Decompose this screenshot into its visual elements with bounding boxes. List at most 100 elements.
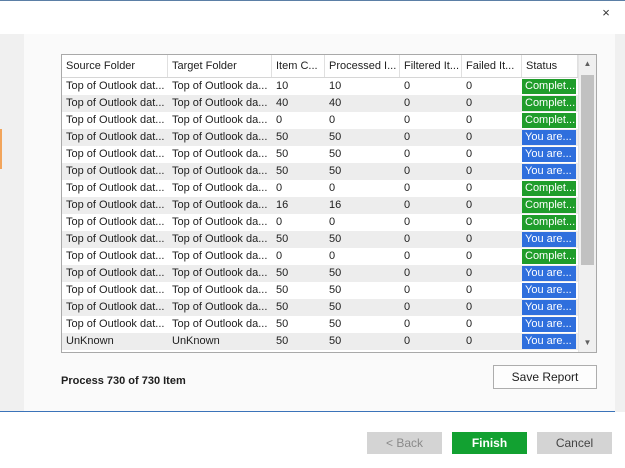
column-header-target-folder[interactable]: Target Folder bbox=[168, 55, 272, 77]
column-header-status[interactable]: Status bbox=[522, 55, 578, 77]
cell-processed-items: 50 bbox=[329, 148, 342, 160]
cell-target-folder: Top of Outlook da... bbox=[172, 284, 268, 296]
cell-processed-items: 0 bbox=[329, 250, 336, 262]
cell-item-count: 0 bbox=[276, 250, 283, 262]
table-row[interactable]: Top of Outlook dat... Top of Outlook da..… bbox=[62, 129, 578, 146]
cancel-button[interactable]: Cancel bbox=[537, 432, 612, 454]
cell-failed-items: 0 bbox=[466, 148, 473, 160]
cell-filtered-items: 0 bbox=[404, 80, 411, 92]
cell-failed-items: 0 bbox=[466, 199, 473, 211]
back-button[interactable]: < Back bbox=[367, 432, 442, 454]
cell-item-count: 50 bbox=[276, 267, 289, 279]
column-header-filtered-items[interactable]: Filtered It... bbox=[400, 55, 462, 77]
table-row[interactable]: Top of Outlook dat... Top of Outlook da..… bbox=[62, 146, 578, 163]
cell-filtered-items: 0 bbox=[404, 165, 411, 177]
cell-processed-items: 16 bbox=[329, 199, 342, 211]
table-row[interactable]: Top of Outlook dat... Top of Outlook da..… bbox=[62, 95, 578, 112]
cell-filtered-items: 0 bbox=[404, 97, 411, 109]
status-badge: You are... bbox=[522, 130, 576, 145]
close-icon[interactable]: × bbox=[596, 4, 616, 22]
cell-source-folder: Top of Outlook dat... bbox=[66, 267, 165, 279]
cell-processed-items: 50 bbox=[329, 131, 342, 143]
status-badge: You are... bbox=[522, 300, 576, 315]
cell-filtered-items: 0 bbox=[404, 318, 411, 330]
cell-failed-items: 0 bbox=[466, 335, 473, 347]
table-row[interactable]: Top of Outlook dat... Top of Outlook da..… bbox=[62, 248, 578, 265]
cell-target-folder: Top of Outlook da... bbox=[172, 131, 268, 143]
migration-results-grid: Source Folder Target Folder Item C... Pr… bbox=[61, 54, 597, 353]
status-badge: You are... bbox=[522, 266, 576, 281]
window-top-border bbox=[0, 0, 625, 1]
cell-target-folder: Top of Outlook da... bbox=[172, 250, 268, 262]
scroll-down-arrow-icon[interactable]: ▼ bbox=[579, 334, 596, 351]
cell-processed-items: 40 bbox=[329, 97, 342, 109]
status-badge: You are... bbox=[522, 164, 576, 179]
status-badge: Complet... bbox=[522, 215, 576, 230]
cell-target-folder: Top of Outlook da... bbox=[172, 114, 268, 126]
cell-processed-items: 50 bbox=[329, 284, 342, 296]
cell-source-folder: Top of Outlook dat... bbox=[66, 148, 165, 160]
scroll-up-arrow-icon[interactable]: ▲ bbox=[579, 55, 596, 72]
status-badge: Complet... bbox=[522, 198, 576, 213]
column-header-failed-items[interactable]: Failed It... bbox=[462, 55, 522, 77]
cell-target-folder: Top of Outlook da... bbox=[172, 267, 268, 279]
cell-processed-items: 0 bbox=[329, 216, 336, 228]
cell-source-folder: Top of Outlook dat... bbox=[66, 165, 165, 177]
status-badge: Complet... bbox=[522, 181, 576, 196]
cell-failed-items: 0 bbox=[466, 250, 473, 262]
cell-item-count: 50 bbox=[276, 233, 289, 245]
cell-processed-items: 10 bbox=[329, 80, 342, 92]
cell-filtered-items: 0 bbox=[404, 199, 411, 211]
cell-filtered-items: 0 bbox=[404, 216, 411, 228]
vertical-scrollbar[interactable]: ▲ ▼ bbox=[578, 55, 596, 352]
table-row[interactable]: Top of Outlook dat... Top of Outlook da..… bbox=[62, 231, 578, 248]
cell-source-folder: Top of Outlook dat... bbox=[66, 216, 165, 228]
column-header-item-count[interactable]: Item C... bbox=[272, 55, 325, 77]
table-row[interactable]: Top of Outlook dat... Top of Outlook da..… bbox=[62, 78, 578, 95]
cell-target-folder: Top of Outlook da... bbox=[172, 233, 268, 245]
cell-source-folder: Top of Outlook dat... bbox=[66, 182, 165, 194]
cell-item-count: 50 bbox=[276, 165, 289, 177]
cell-target-folder: Top of Outlook da... bbox=[172, 199, 268, 211]
cell-processed-items: 50 bbox=[329, 335, 342, 347]
table-row[interactable]: Top of Outlook dat... Top of Outlook da..… bbox=[62, 316, 578, 333]
status-badge: Complet... bbox=[522, 96, 576, 111]
column-header-processed-items[interactable]: Processed I... bbox=[325, 55, 400, 77]
table-row[interactable]: UnKnown UnKnown 50 50 0 0 You are... bbox=[62, 333, 578, 350]
status-badge: You are... bbox=[522, 232, 576, 247]
table-row[interactable]: Top of Outlook dat... Top of Outlook da..… bbox=[62, 299, 578, 316]
cell-failed-items: 0 bbox=[466, 131, 473, 143]
table-row[interactable]: Top of Outlook dat... Top of Outlook da..… bbox=[62, 112, 578, 129]
cell-failed-items: 0 bbox=[466, 318, 473, 330]
table-row[interactable]: Top of Outlook dat... Top of Outlook da..… bbox=[62, 214, 578, 231]
cell-target-folder: Top of Outlook da... bbox=[172, 318, 268, 330]
cell-failed-items: 0 bbox=[466, 267, 473, 279]
cell-failed-items: 0 bbox=[466, 233, 473, 245]
cell-processed-items: 0 bbox=[329, 182, 336, 194]
cell-target-folder: UnKnown bbox=[172, 335, 220, 347]
cell-source-folder: Top of Outlook dat... bbox=[66, 233, 165, 245]
cell-item-count: 40 bbox=[276, 97, 289, 109]
table-row[interactable]: Top of Outlook dat... Top of Outlook da..… bbox=[62, 197, 578, 214]
cell-target-folder: Top of Outlook da... bbox=[172, 97, 268, 109]
grid-rows: Top of Outlook dat... Top of Outlook da..… bbox=[62, 78, 578, 350]
finish-button[interactable]: Finish bbox=[452, 432, 527, 454]
table-row[interactable]: Top of Outlook dat... Top of Outlook da..… bbox=[62, 282, 578, 299]
table-row[interactable]: Top of Outlook dat... Top of Outlook da..… bbox=[62, 180, 578, 197]
cell-processed-items: 50 bbox=[329, 165, 342, 177]
cell-failed-items: 0 bbox=[466, 80, 473, 92]
cell-filtered-items: 0 bbox=[404, 114, 411, 126]
cell-filtered-items: 0 bbox=[404, 267, 411, 279]
cell-source-folder: Top of Outlook dat... bbox=[66, 284, 165, 296]
save-report-button[interactable]: Save Report bbox=[493, 365, 597, 389]
cell-filtered-items: 0 bbox=[404, 233, 411, 245]
cell-filtered-items: 0 bbox=[404, 148, 411, 160]
status-badge: You are... bbox=[522, 283, 576, 298]
cell-source-folder: Top of Outlook dat... bbox=[66, 114, 165, 126]
scrollbar-thumb[interactable] bbox=[581, 75, 594, 265]
column-header-source-folder[interactable]: Source Folder bbox=[62, 55, 168, 77]
cell-source-folder: Top of Outlook dat... bbox=[66, 199, 165, 211]
cell-item-count: 50 bbox=[276, 301, 289, 313]
table-row[interactable]: Top of Outlook dat... Top of Outlook da..… bbox=[62, 163, 578, 180]
table-row[interactable]: Top of Outlook dat... Top of Outlook da..… bbox=[62, 265, 578, 282]
